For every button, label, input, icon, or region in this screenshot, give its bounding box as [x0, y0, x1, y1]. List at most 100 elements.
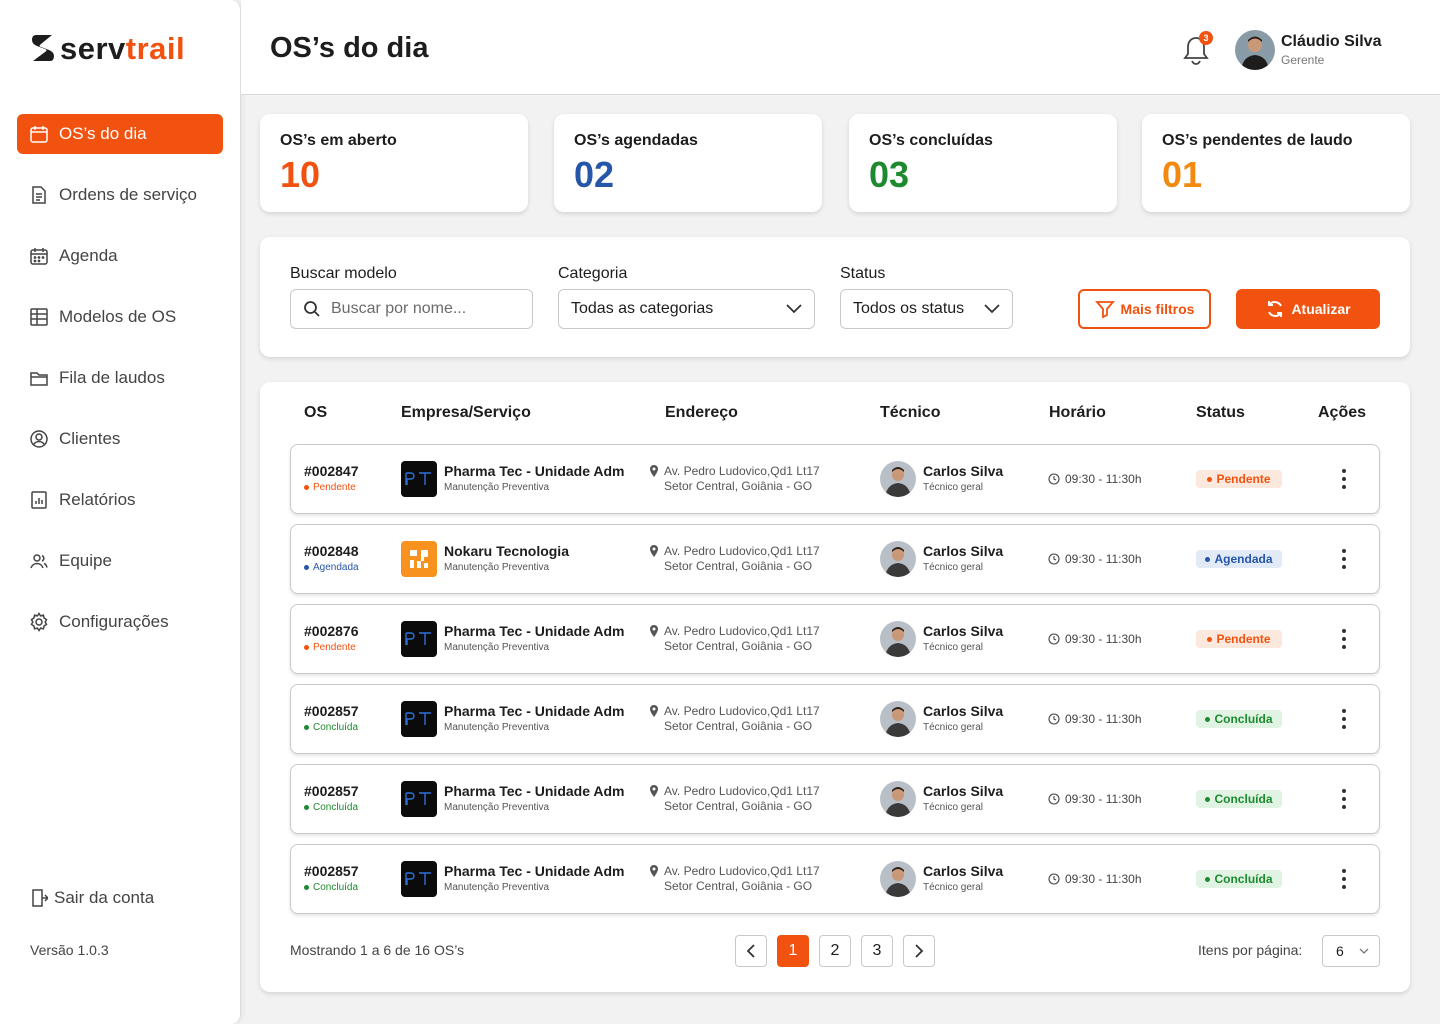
- row-actions-button[interactable]: [1337, 787, 1351, 811]
- status-badge: Concluída: [1196, 870, 1282, 888]
- table-row[interactable]: #002857 Concluída Pharma Tec - Unidade A…: [290, 764, 1380, 834]
- os-status-label: Pendente: [313, 642, 356, 653]
- notifications-button[interactable]: 3: [1181, 31, 1213, 67]
- page-button-2[interactable]: 2: [819, 935, 851, 967]
- row-actions-button[interactable]: [1337, 467, 1351, 491]
- sidebar-nav: OS’s do dia Ordens de serviço Agenda Mod…: [17, 114, 223, 663]
- time-label: 09:30 - 11:30h: [1065, 632, 1142, 646]
- time-range: 09:30 - 11:30h: [1048, 792, 1142, 806]
- time-range: 09:30 - 11:30h: [1048, 872, 1142, 886]
- company-name: Pharma Tec - Unidade Adm: [444, 863, 625, 879]
- stat-card-scheduled: OS’s agendadas 02: [554, 114, 822, 212]
- sidebar-item-fila[interactable]: Fila de laudos: [17, 358, 223, 398]
- time-label: 09:30 - 11:30h: [1065, 712, 1142, 726]
- stat-card-pending-report: OS’s pendentes de laudo 01: [1142, 114, 1410, 212]
- technician-role: Técnico geral: [923, 882, 984, 893]
- stat-card-open: OS’s em aberto 10: [260, 114, 528, 212]
- per-page-select[interactable]: 6: [1322, 935, 1380, 967]
- calendar-grid-icon: [30, 248, 48, 265]
- sidebar-item-label: Fila de laudos: [59, 368, 165, 387]
- technician-name: Carlos Silva: [923, 463, 1004, 479]
- address: Av. Pedro Ludovico,Qd1 Lt17 Setor Centra…: [650, 464, 820, 494]
- address-line-2: Setor Central, Goiânia - GO: [664, 799, 813, 813]
- column-header-os: OS: [304, 404, 328, 421]
- os-status-label: Pendente: [313, 482, 356, 493]
- status-dot: [304, 645, 309, 650]
- sidebar-item-clientes[interactable]: Clientes: [17, 419, 223, 459]
- table-row[interactable]: #002847 Pendente Pharma Tec - Unidade Ad…: [290, 444, 1380, 514]
- sidebar-item-os-do-dia[interactable]: OS’s do dia: [17, 114, 223, 154]
- chevron-down-icon: [984, 304, 1000, 314]
- servtrail-logo[interactable]: servtrail: [30, 32, 185, 64]
- sidebar-item-modelos[interactable]: Modelos de OS: [17, 297, 223, 337]
- status-select[interactable]: Todos os status: [840, 289, 1013, 329]
- technician-role: Técnico geral: [923, 642, 984, 653]
- logout-label: Sair da conta: [54, 888, 155, 907]
- notifications-count: 3: [1199, 31, 1213, 45]
- clock-icon: [1048, 793, 1060, 805]
- user-role: Gerente: [1281, 53, 1325, 67]
- company-name: Pharma Tec - Unidade Adm: [444, 623, 625, 639]
- status-badge: Pendente: [1196, 470, 1282, 488]
- status-value: Todos os status: [853, 300, 965, 317]
- company-logo: [401, 861, 437, 897]
- time-range: 09:30 - 11:30h: [1048, 632, 1142, 646]
- status-badge-label: Pendente: [1216, 472, 1271, 486]
- row-actions-button[interactable]: [1337, 627, 1351, 651]
- company-name: Nokaru Tecnologia: [444, 543, 569, 559]
- technician-role: Técnico geral: [923, 562, 984, 573]
- table-row[interactable]: #002857 Concluída Pharma Tec - Unidade A…: [290, 684, 1380, 754]
- sidebar-item-relatorios[interactable]: Relatórios: [17, 480, 223, 520]
- status-dot: [304, 805, 309, 810]
- service-type: Manutenção Preventiva: [444, 882, 550, 893]
- per-page-value: 6: [1336, 943, 1344, 959]
- search-input[interactable]: [331, 300, 520, 318]
- sidebar-item-ordens[interactable]: Ordens de serviço: [17, 175, 223, 215]
- row-actions-button[interactable]: [1337, 867, 1351, 891]
- address-line-1: Av. Pedro Ludovico,Qd1 Lt17: [664, 624, 820, 638]
- os-status: Pendente: [304, 642, 356, 653]
- sidebar-item-label: Modelos de OS: [59, 307, 177, 326]
- category-value: Todas as categorias: [571, 300, 714, 317]
- sidebar-item-label: Agenda: [59, 246, 118, 265]
- prev-page-button[interactable]: [735, 935, 767, 967]
- sidebar-item-equipe[interactable]: Equipe: [17, 541, 223, 581]
- location-pin-icon: [650, 865, 658, 877]
- logout-button[interactable]: Sair da conta: [30, 888, 154, 908]
- time-label: 09:30 - 11:30h: [1065, 552, 1142, 566]
- chevron-right-icon: [915, 944, 924, 958]
- search-field[interactable]: [290, 289, 533, 329]
- status-dot: [304, 725, 309, 730]
- pagination-summary: Mostrando 1 a 6 de 16 OS’s: [290, 942, 465, 958]
- os-status: Concluída: [304, 722, 358, 733]
- service-type: Manutenção Preventiva: [444, 642, 550, 653]
- brand-part2: trail: [125, 30, 186, 66]
- time-label: 09:30 - 11:30h: [1065, 792, 1142, 806]
- location-pin-icon: [650, 545, 658, 557]
- column-header-tech: Técnico: [880, 404, 941, 421]
- location-pin-icon: [650, 705, 658, 717]
- next-page-button[interactable]: [903, 935, 935, 967]
- company-logo: [401, 781, 437, 817]
- sidebar-item-configuracoes[interactable]: Configurações: [17, 602, 223, 642]
- page-button-3[interactable]: 3: [861, 935, 893, 967]
- column-header-status: Status: [1196, 404, 1245, 421]
- clock-icon: [1048, 553, 1060, 565]
- more-filters-button[interactable]: Mais filtros: [1078, 289, 1211, 329]
- avatar: [880, 781, 916, 817]
- sidebar-item-agenda[interactable]: Agenda: [17, 236, 223, 276]
- table-row[interactable]: #002857 Concluída Pharma Tec - Unidade A…: [290, 844, 1380, 914]
- user-menu[interactable]: Cláudio Silva Gerente: [1235, 30, 1381, 70]
- row-actions-button[interactable]: [1337, 707, 1351, 731]
- refresh-button[interactable]: Atualizar: [1236, 289, 1380, 329]
- category-select[interactable]: Todas as categorias: [558, 289, 815, 329]
- location-pin-icon: [650, 625, 658, 637]
- table-row[interactable]: #002876 Pendente Pharma Tec - Unidade Ad…: [290, 604, 1380, 674]
- stat-value: 10: [280, 154, 321, 195]
- status-dot: [1205, 716, 1211, 722]
- os-number: #002857: [304, 783, 359, 799]
- row-actions-button[interactable]: [1337, 547, 1351, 571]
- page-button-1[interactable]: 1: [777, 935, 809, 967]
- table-row[interactable]: #002848 Agendada Nokaru Tecnologia Manut…: [290, 524, 1380, 594]
- address-line-2: Setor Central, Goiânia - GO: [664, 719, 813, 733]
